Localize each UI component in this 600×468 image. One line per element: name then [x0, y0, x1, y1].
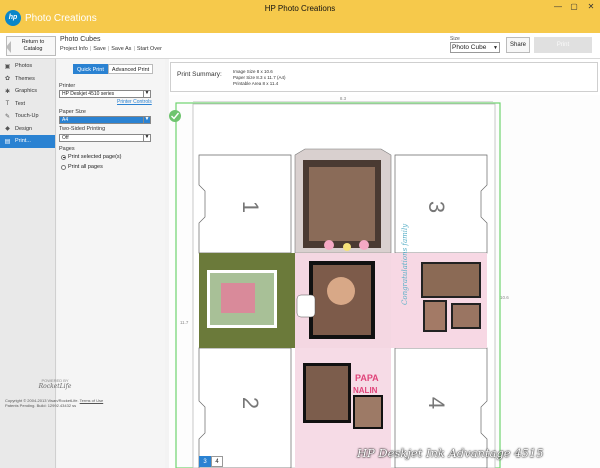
nav-label: Text	[15, 100, 26, 107]
caption-papa: PAPA	[355, 373, 379, 383]
nav-item-print[interactable]: ▤ Print...	[0, 135, 55, 148]
return-label-line1: Return to	[21, 39, 45, 45]
printable-area-text: Printable Area 8 x 11.4	[233, 81, 279, 86]
themes-icon: ✿	[4, 76, 11, 83]
text-icon: T	[5, 100, 10, 107]
face-number-4: 4	[424, 397, 449, 409]
print-icon: ▤	[4, 138, 11, 145]
chevron-down-icon: ▼	[143, 116, 150, 123]
return-label-line2: Catalog	[23, 46, 43, 52]
chevron-down-icon: ▼	[493, 45, 498, 51]
nav-item-design[interactable]: ◆ Design	[0, 123, 55, 136]
size-select-value: Photo Cube	[452, 44, 487, 51]
nav-item-text[interactable]: T Text	[0, 98, 55, 111]
page-selector: 3 4	[199, 456, 223, 467]
maximize-icon[interactable]: ▢	[566, 2, 582, 11]
project-title: Photo Cubes	[60, 36, 101, 43]
nav-label: Themes	[15, 75, 35, 82]
nav-label: Graphics	[15, 88, 38, 95]
size-select[interactable]: Photo Cube ▼	[450, 42, 500, 53]
radio-label: Print selected page(s)	[68, 154, 122, 160]
title-bar: hp Photo Creations HP Photo Creations — …	[0, 0, 600, 33]
close-icon[interactable]: ✕	[583, 2, 599, 11]
radio-print-selected[interactable]: Print selected page(s)	[61, 154, 122, 160]
radio-unselected-icon	[61, 164, 66, 170]
design-icon: ◆	[5, 126, 10, 133]
rocketlife-signature: RocketLife	[38, 383, 72, 390]
minimize-icon[interactable]: —	[550, 2, 566, 11]
printer-model-caption: HP Deskjet Ink Advantage 4515	[357, 446, 544, 460]
nav-item-graphics[interactable]: ✱ Graphics	[0, 85, 55, 98]
nav-item-themes[interactable]: ✿ Themes	[0, 73, 55, 86]
project-links: Project Info | Save | Save As | Start Over	[60, 46, 162, 52]
pages-label: Pages	[59, 146, 75, 152]
face-number-1: 1	[238, 201, 263, 213]
project-info-link[interactable]: Project Info	[60, 46, 88, 52]
tab-quick-print[interactable]: Quick Print	[73, 64, 108, 74]
return-to-catalog-button[interactable]: Return to Catalog	[6, 36, 56, 56]
print-button[interactable]: Print	[534, 37, 592, 53]
project-toolbar: Return to Catalog Photo Cubes Project In…	[0, 33, 600, 59]
app-name: Photo Creations	[25, 13, 97, 24]
cube-template: Congratulations family PAPA NALIN 1 2 3 …	[169, 102, 501, 468]
printer-select-value: HP Deskjet 4510 series	[62, 91, 115, 97]
printer-controls-link[interactable]: Printer Controls	[117, 99, 152, 105]
print-preview-canvas[interactable]: 8.3 11.7 10.6 Congratulations family PAP…	[169, 95, 600, 468]
printer-label: Printer	[59, 83, 76, 89]
patents-text: Patents Pending. Build: 12992.43432 ss	[5, 403, 77, 408]
page-button-4[interactable]: 4	[211, 456, 223, 467]
two-sided-value: Off	[62, 135, 69, 141]
checkmark-icon	[169, 110, 181, 122]
nav-item-touch-up[interactable]: ✎ Touch-Up	[0, 110, 55, 123]
share-button[interactable]: Share	[506, 37, 530, 53]
print-summary-details: Image Size 8 x 10.6 Paper Size 8.3 x 11.…	[233, 69, 285, 87]
chevron-down-icon: ▼	[143, 134, 150, 141]
nav-label: Touch-Up	[15, 113, 39, 120]
touch-up-icon: ✎	[4, 113, 11, 120]
tab-advanced-print[interactable]: Advanced Print	[107, 64, 154, 74]
two-sided-select[interactable]: Off ▼	[59, 134, 151, 142]
window-title: HP Photo Creations	[264, 4, 336, 13]
paper-size-label: Paper Size	[59, 109, 86, 115]
save-as-link[interactable]: Save As	[111, 46, 131, 52]
chevron-down-icon: ▼	[143, 90, 150, 97]
print-summary-title: Print Summary:	[177, 71, 222, 78]
side-caption-text: Congratulations family	[401, 223, 409, 305]
two-sided-label: Two-Sided Printing	[59, 126, 106, 132]
printer-select[interactable]: HP Deskjet 4510 series ▼	[59, 90, 151, 98]
terms-link[interactable]: Terms of Use	[80, 398, 104, 403]
caption-nalin: NALIN	[353, 386, 378, 395]
nav-label: Design	[15, 125, 33, 132]
radio-selected-icon	[61, 154, 66, 160]
start-over-link[interactable]: Start Over	[137, 46, 162, 52]
radio-print-all[interactable]: Print all pages	[61, 164, 103, 170]
photos-icon: ▣	[4, 63, 11, 70]
face-number-3: 3	[424, 201, 449, 213]
print-mode-tabs: Quick Print Advanced Print	[73, 64, 154, 74]
photo-top-inner	[309, 167, 375, 241]
save-link[interactable]: Save	[93, 46, 106, 52]
graphics-icon: ✱	[4, 88, 11, 95]
nav-item-photos[interactable]: ▣ Photos	[0, 60, 55, 73]
page-button-3[interactable]: 3	[199, 456, 211, 467]
nav-label: Photos	[15, 63, 33, 70]
preview-area: Print Summary: Image Size 8 x 10.6 Paper…	[169, 59, 600, 468]
face-number-2: 2	[238, 397, 263, 409]
print-summary: Print Summary: Image Size 8 x 10.6 Paper…	[170, 62, 598, 92]
paper-size-select[interactable]: A4 ▼	[59, 116, 151, 124]
nav-label: Print...	[15, 138, 31, 145]
radio-label: Print all pages	[68, 164, 103, 170]
copyright-notice: Copyright © 2004-2013 Visan/RocketLife. …	[5, 398, 155, 408]
paper-size-value: A4	[62, 117, 69, 123]
powered-by-logo: POWERED BY RocketLife	[30, 378, 80, 390]
